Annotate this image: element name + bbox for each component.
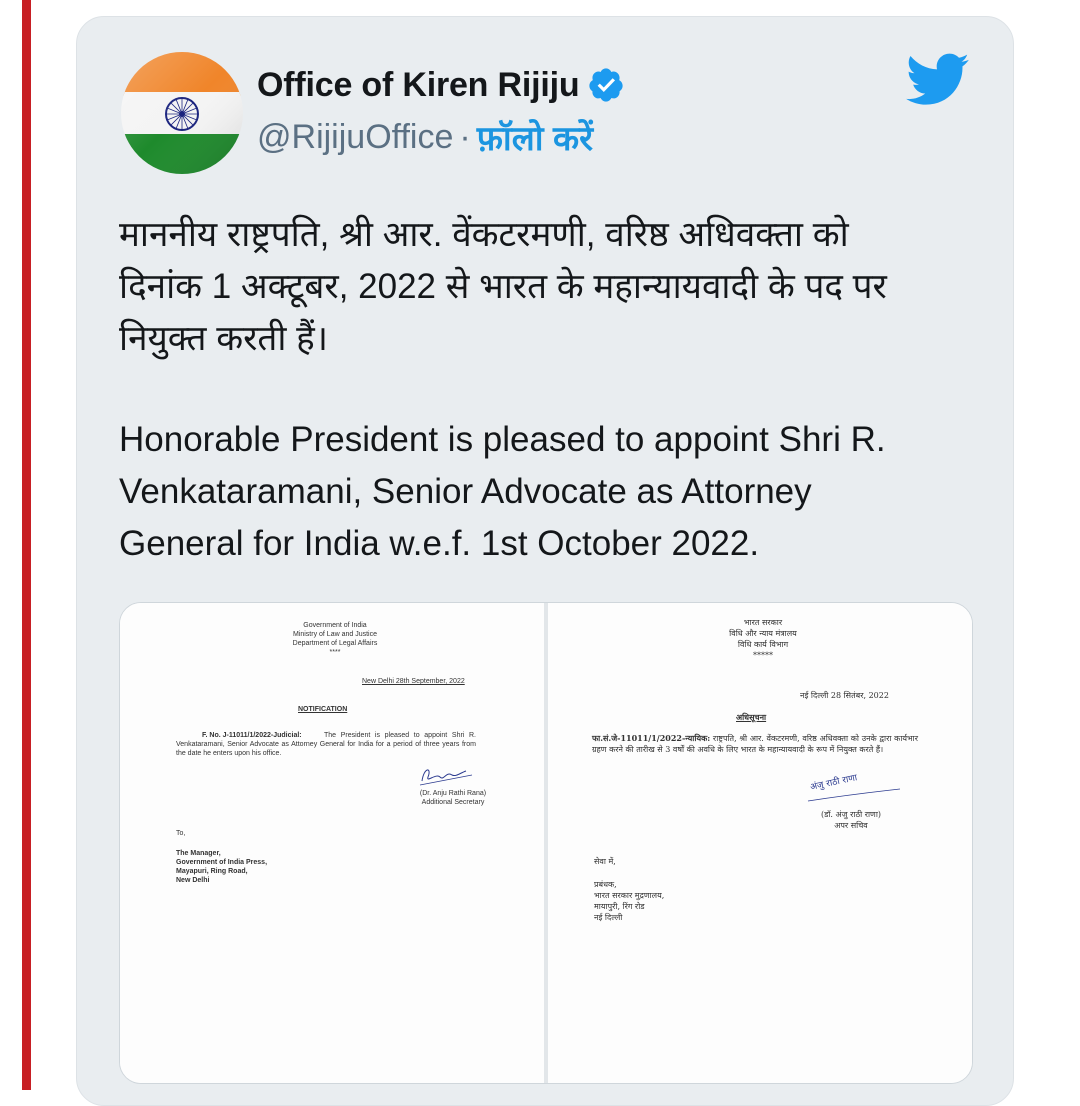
author-handle[interactable]: @RijijuOffice bbox=[257, 118, 453, 157]
doc-header: भारत सरकार विधि और न्याय मंत्रालय विधि क… bbox=[678, 617, 848, 661]
india-flag-avatar-image bbox=[121, 52, 243, 174]
author-name[interactable]: Office of Kiren Rijiju bbox=[257, 66, 580, 105]
tweet-hindi-line: नियुक्त करती हैं। bbox=[119, 319, 329, 358]
signatory-name: (डॉ. अंजु राठी राणा) bbox=[820, 810, 882, 819]
doc-header-line: **** bbox=[329, 649, 341, 656]
doc-signatory: (डॉ. अंजु राठी राणा) अपर सचिव bbox=[796, 809, 906, 831]
hindi-notification-document: भारत सरकार विधि और न्याय मंत्रालय विधि क… bbox=[548, 603, 972, 1083]
tweet-hindi-line: दिनांक 1 अक्टूबर, 2022 से भारत के महान्य… bbox=[119, 267, 887, 306]
signature-underline bbox=[807, 788, 901, 802]
doc-header-line: विधि कार्य विभाग bbox=[737, 640, 789, 649]
address-line: नई दिल्ली bbox=[594, 913, 623, 922]
doc-header-line: Ministry of Law and Justice bbox=[292, 631, 378, 638]
address-line: मायापुरी, रिंग रोड bbox=[594, 902, 645, 911]
signatory-designation: अपर सचिव bbox=[834, 821, 868, 830]
doc-address: प्रबंधक, भारत सरकार मुद्रणालय, मायापुरी,… bbox=[594, 879, 664, 923]
tweet-english-line: General for India w.e.f. 1st October 202… bbox=[119, 524, 760, 563]
doc-date: नई दिल्ली 28 सितंबर, 2022 bbox=[800, 691, 889, 700]
avatar[interactable] bbox=[121, 52, 243, 174]
tweet-text-english: Honorable President is pleased to appoin… bbox=[119, 414, 989, 570]
doc-header-line: Department of Legal Affairs bbox=[292, 640, 378, 647]
doc-date: New Delhi 28th September, 2022 bbox=[362, 678, 465, 685]
doc-heading: अधिसूचना bbox=[736, 712, 767, 722]
doc-to: सेवा में, bbox=[594, 857, 616, 866]
english-notification-document: Government of India Ministry of Law and … bbox=[120, 603, 544, 1083]
verified-badge-icon bbox=[589, 68, 624, 102]
follow-button[interactable]: फ़ॉलो करें bbox=[477, 114, 593, 160]
doc-header-line: ***** bbox=[753, 651, 773, 660]
separator-dot: · bbox=[459, 117, 471, 156]
doc-body: The President is pleased to appoint Shri… bbox=[176, 732, 476, 757]
address-line: New Delhi bbox=[176, 877, 210, 884]
doc-signatory: (Dr. Anju Rathi Rana) Additional Secreta… bbox=[388, 789, 518, 807]
address-line: भारत सरकार मुद्रणालय, bbox=[594, 891, 665, 900]
address-line: Government of India Press, bbox=[176, 859, 268, 866]
doc-address: The Manager, Government of India Press, … bbox=[176, 849, 267, 885]
doc-header: Government of India Ministry of Law and … bbox=[270, 621, 400, 657]
signature-mark bbox=[419, 769, 473, 786]
tweet-hindi-line: माननीय राष्ट्रपति, श्री आर. वेंकटरमणी, व… bbox=[119, 215, 849, 254]
doc-header-line: विधि और न्याय मंत्रालय bbox=[729, 629, 797, 638]
page-left-accent-bar bbox=[22, 0, 31, 1090]
signatory-name: (Dr. Anju Rathi Rana) bbox=[419, 790, 487, 797]
signatory-designation: Additional Secretary bbox=[421, 799, 485, 806]
doc-heading: NOTIFICATION bbox=[298, 706, 348, 713]
twitter-bird-icon[interactable] bbox=[906, 52, 970, 108]
doc-to: To, bbox=[176, 830, 186, 837]
address-line: प्रबंधक, bbox=[594, 880, 617, 889]
tweet-text-hindi: माननीय राष्ट्रपति, श्री आर. वेंकटरमणी, व… bbox=[119, 209, 989, 365]
tweet-media-image[interactable]: Government of India Ministry of Law and … bbox=[119, 602, 973, 1084]
doc-header-line: भारत सरकार bbox=[743, 618, 783, 627]
tweet-english-line: Venkataramani, Senior Advocate as Attorn… bbox=[119, 472, 812, 511]
doc-header-line: Government of India bbox=[303, 622, 367, 629]
address-line: Mayapuri, Ring Road, bbox=[176, 868, 248, 875]
doc-reference: फा.सं.जे-11011/1/2022-न्यायिक: bbox=[592, 733, 711, 743]
tweet-english-line: Honorable President is pleased to appoin… bbox=[119, 420, 886, 459]
doc-body: फा.सं.जे-11011/1/2022-न्यायिक: राष्ट्रपत… bbox=[592, 733, 918, 755]
handle-row: @RijijuOffice · फ़ॉलो करें bbox=[257, 114, 593, 160]
address-line: The Manager, bbox=[176, 850, 221, 857]
author-row: Office of Kiren Rijiju bbox=[257, 62, 625, 108]
